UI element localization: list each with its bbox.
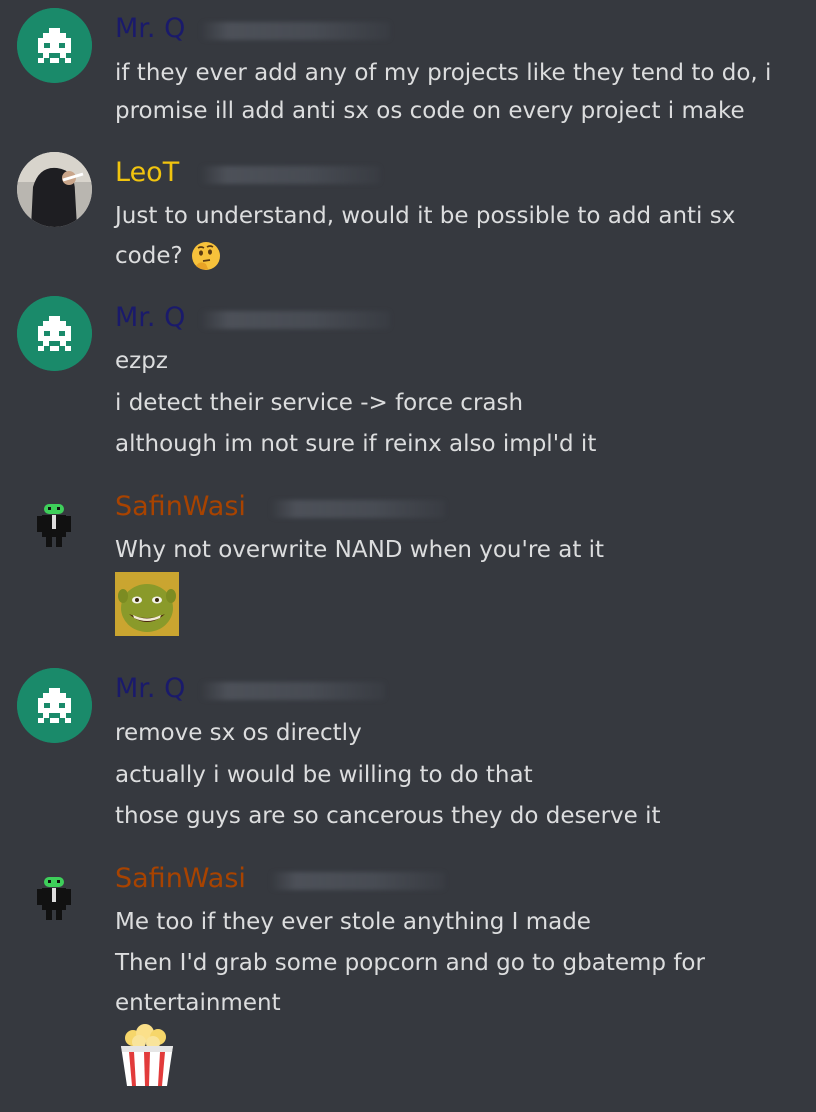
message-line: Then I'd grab some popcorn and go to gba… (115, 950, 705, 976)
message-text: code? (115, 243, 183, 269)
popcorn-emoji[interactable] (115, 1024, 179, 1092)
message-line: i detect their service -> force crash (115, 390, 524, 416)
message-line: those guys are so cancerous they do dese… (115, 803, 661, 829)
author-name[interactable]: Mr. Q (115, 672, 185, 706)
redacted-timestamp (270, 500, 445, 518)
redacted-timestamp (200, 682, 385, 700)
message-line: code? (115, 240, 222, 273)
redacted-timestamp (200, 166, 380, 184)
message-line: Why not overwrite NAND when you're at it (115, 537, 605, 563)
message-line: although im not sure if reinx also impl'… (115, 431, 597, 457)
message-line: promise ill add anti sx os code on every… (115, 98, 745, 124)
space-invader-avatar[interactable] (17, 8, 92, 83)
message-line: if they ever add any of my projects like… (115, 60, 772, 86)
message-line: actually i would be willing to do that (115, 762, 533, 788)
redacted-timestamp (200, 311, 390, 329)
author-name[interactable]: SafinWasi (115, 862, 246, 896)
author-name[interactable]: SafinWasi (115, 490, 246, 524)
message-line: remove sx os directly (115, 720, 362, 746)
thinking-face-emoji (190, 240, 222, 273)
redacted-timestamp (270, 872, 445, 890)
author-name[interactable]: LeoT (115, 156, 179, 190)
message-line: entertainment (115, 990, 281, 1016)
author-name[interactable]: Mr. Q (115, 12, 185, 46)
redacted-timestamp (200, 22, 390, 40)
message-line: Me too if they ever stole anything I mad… (115, 909, 591, 935)
android-robot-avatar[interactable] (28, 500, 80, 552)
author-name[interactable]: Mr. Q (115, 301, 185, 335)
message-line: ezpz (115, 348, 168, 374)
chat-messages: Mr. Q if they ever add any of my project… (0, 0, 816, 1112)
space-invader-avatar[interactable] (17, 668, 92, 743)
space-invader-avatar[interactable] (17, 296, 92, 371)
photo-avatar[interactable] (17, 152, 92, 227)
shrek-emoji[interactable] (115, 572, 179, 640)
android-robot-avatar[interactable] (28, 873, 80, 925)
message-line: Just to understand, would it be possible… (115, 203, 736, 229)
